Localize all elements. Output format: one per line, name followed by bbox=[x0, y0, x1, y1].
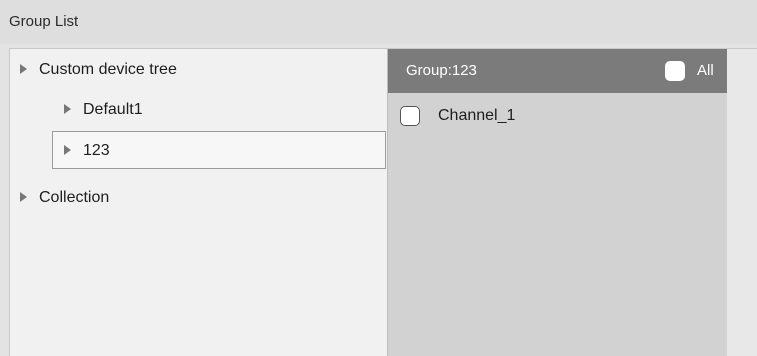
tree-item-collection[interactable]: Collection bbox=[20, 179, 109, 217]
select-all-label: All bbox=[697, 62, 714, 80]
tree-item-label: Custom device tree bbox=[39, 61, 177, 78]
group-name-label: Group:123 bbox=[406, 62, 477, 79]
tree-item-custom-device-tree[interactable]: Custom device tree bbox=[20, 51, 177, 89]
right-margin bbox=[727, 49, 757, 356]
tree-item-label: 123 bbox=[83, 142, 110, 159]
panel-title: Group List bbox=[0, 0, 757, 44]
device-tree: Custom device tree Default1 123 Collecti… bbox=[10, 49, 387, 356]
channel-label: Channel_1 bbox=[438, 107, 516, 124]
group-list-window: Group List Custom device tree Default1 1… bbox=[0, 0, 757, 356]
expand-arrow-icon[interactable] bbox=[20, 63, 27, 74]
channel-list-panel: Group:123 All Channel_1 bbox=[387, 49, 728, 356]
checkbox-icon[interactable] bbox=[665, 61, 685, 82]
tree-item-123[interactable]: 123 bbox=[52, 131, 386, 169]
tree-item-label: Collection bbox=[39, 189, 110, 206]
expand-arrow-icon[interactable] bbox=[64, 103, 71, 114]
channel-list-header: Group:123 All bbox=[388, 49, 728, 93]
expand-arrow-icon[interactable] bbox=[20, 191, 27, 202]
checkbox-icon[interactable] bbox=[400, 106, 420, 126]
select-all-checkbox[interactable]: All bbox=[665, 60, 714, 82]
expand-arrow-icon[interactable] bbox=[64, 144, 71, 155]
tree-item-label: Default1 bbox=[83, 101, 143, 118]
channel-row[interactable]: Channel_1 bbox=[400, 105, 515, 127]
tree-item-default1[interactable]: Default1 bbox=[64, 91, 143, 129]
